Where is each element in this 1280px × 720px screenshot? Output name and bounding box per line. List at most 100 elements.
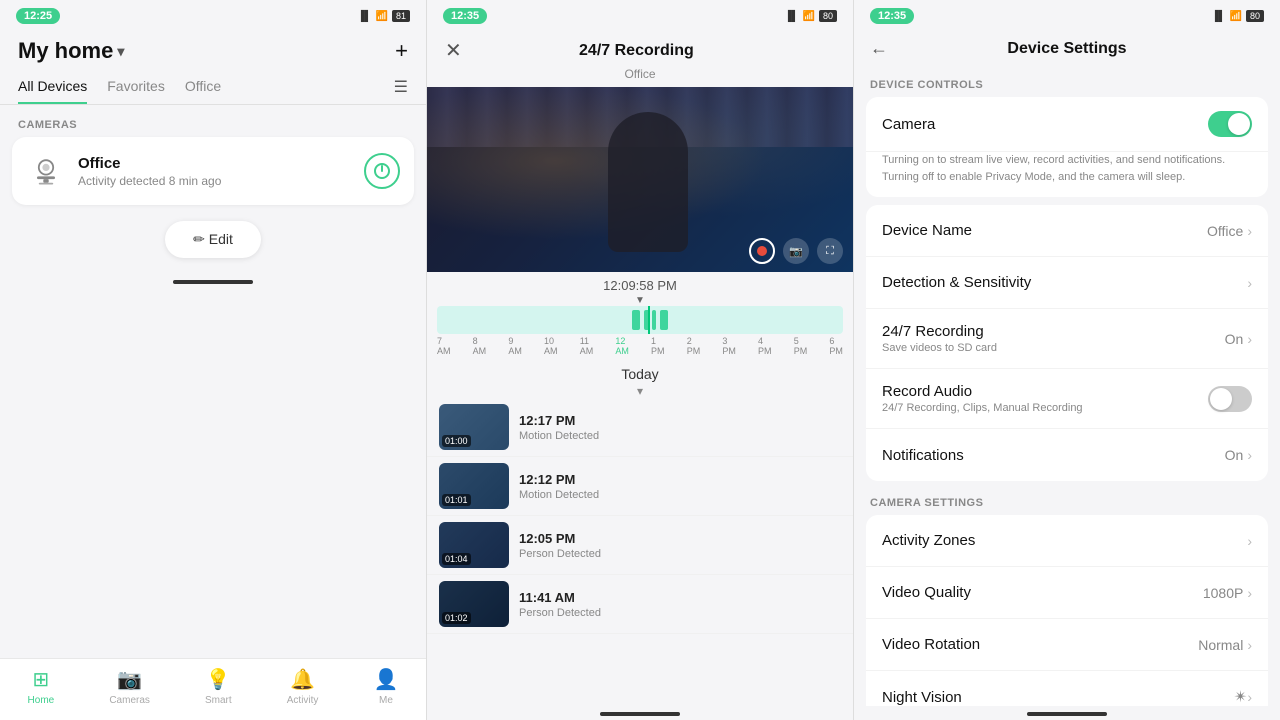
device-name-chevron: › [1247,223,1252,239]
camera-toggle-row[interactable]: Camera [866,97,1268,152]
home-indicator-2 [600,712,680,716]
video-quality-row[interactable]: Video Quality 1080P › [866,567,1268,619]
camera-toggle[interactable] [1208,111,1252,137]
device-name-row[interactable]: Device Name Office › [866,205,1268,257]
tl-8am: 8AM [473,336,487,356]
me-nav-label: Me [379,695,393,706]
recording-subtitle: Office [427,67,853,87]
battery-1: 81 [392,10,410,22]
timeline[interactable]: ▼ 7AM 8AM 9AM 10AM 11AM 12AM 1PM 2PM 3PM… [427,295,853,358]
audio-label-wrap: Record Audio 24/7 Recording, Clips, Manu… [882,383,1208,414]
device-name-value: Office [1207,223,1243,239]
home-header: My home ▾ + [0,30,426,70]
wifi-icon-3: 📶 [1230,11,1242,22]
nav-me[interactable]: 👤 Me [374,667,399,706]
timeline-bar[interactable] [437,306,843,334]
clip-item-3[interactable]: 01:04 12:05 PM Person Detected [427,516,853,575]
activity-zones-label: Activity Zones [882,532,1247,549]
record-button[interactable] [749,238,775,264]
settings-scroll: DEVICE CONTROLS Camera Turning on to str… [854,65,1280,706]
night-vision-row[interactable]: Night Vision ✴ › [866,671,1268,706]
detection-row[interactable]: Detection & Sensitivity › [866,257,1268,309]
notifications-chevron: › [1247,447,1252,463]
night-vision-icon: ✴ [1234,687,1247,706]
clip-thumb-2: 01:01 [439,463,509,509]
menu-icon[interactable]: ☰ [394,77,408,97]
close-button[interactable]: ✕ [445,38,462,63]
time-2: 12:35 [443,8,487,24]
tl-12am: 12AM [615,336,629,356]
edit-button[interactable]: ✏ Edit [165,221,261,258]
screen-recording: 12:35 ▐▌ 📶 80 ✕ 24/7 Recording Office 📷 … [426,0,853,720]
video-quality-chevron: › [1247,585,1252,601]
tab-all-devices[interactable]: All Devices [18,70,87,104]
device-controls-card: Camera Turning on to stream live view, r… [866,97,1268,197]
video-rotation-value: Normal [1198,637,1243,653]
video-rotation-chevron: › [1247,637,1252,653]
tl-7am: 7AM [437,336,451,356]
settings-header: ← Device Settings [854,30,1280,65]
power-button[interactable] [364,153,400,189]
clip-duration-3: 01:04 [442,553,471,565]
recording-label-wrap: 24/7 Recording Save videos to SD card [882,323,1225,354]
tabs-row: All Devices Favorites Office ☰ [0,70,426,105]
back-button[interactable]: ← [870,38,888,59]
video-quality-value: 1080P [1203,585,1243,601]
clip-thumb-4: 01:02 [439,581,509,627]
clip-item-4[interactable]: 01:02 11:41 AM Person Detected [427,575,853,634]
recording-row[interactable]: 24/7 Recording Save videos to SD card On… [866,309,1268,369]
tab-favorites[interactable]: Favorites [107,70,165,104]
nav-activity[interactable]: 🔔 Activity [287,667,319,706]
clip-time-1: 12:17 PM [519,413,841,428]
device-controls-section-label: DEVICE CONTROLS [854,65,1280,97]
clip-info-4: 11:41 AM Person Detected [519,590,841,619]
screen-home: 12:25 ▐▌ 📶 81 My home ▾ + All Devices Fa… [0,0,426,720]
notifications-value: On [1225,447,1244,463]
activity-zones-row[interactable]: Activity Zones › [866,515,1268,567]
screen-settings: 12:35 ▐▌ 📶 80 ← Device Settings DEVICE C… [853,0,1280,720]
camera-icon-wrap [26,151,66,191]
battery-3: 80 [1246,10,1264,22]
camera-feed[interactable]: 📷 ⛶ [427,87,853,272]
smart-nav-label: Smart [205,695,232,706]
nav-home[interactable]: ⊞ Home [28,667,55,706]
nav-smart[interactable]: 💡 Smart [205,667,232,706]
notifications-label: Notifications [882,447,1225,464]
wifi-icon-2: 📶 [803,11,815,22]
audio-sub: 24/7 Recording, Clips, Manual Recording [882,402,1208,414]
battery-2: 80 [819,10,837,22]
activity-nav-icon: 🔔 [290,667,315,692]
home-title-row[interactable]: My home ▾ [18,38,124,64]
notifications-row[interactable]: Notifications On › [866,429,1268,481]
add-device-button[interactable]: + [395,38,408,64]
recording-title: 24/7 Recording [579,42,694,60]
clip-item-2[interactable]: 01:01 12:12 PM Motion Detected [427,457,853,516]
camera-info: Office Activity detected 8 min ago [78,155,352,188]
camera-settings-section-label: CAMERA SETTINGS [854,483,1280,515]
cameras-nav-label: Cameras [109,695,150,706]
camera-description: Turning on to stream live view, record a… [866,152,1268,197]
feed-controls: 📷 ⛶ [749,238,843,264]
timestamp: 12:09:58 PM [427,272,853,295]
nav-cameras[interactable]: 📷 Cameras [109,667,150,706]
home-chevron-icon: ▾ [117,43,124,60]
device-name-label: Device Name [882,222,1207,239]
clip-thumb-3: 01:04 [439,522,509,568]
audio-row[interactable]: Record Audio 24/7 Recording, Clips, Manu… [866,369,1268,429]
tl-2pm: 2PM [687,336,701,356]
audio-toggle[interactable] [1208,386,1252,412]
fullscreen-button[interactable]: ⛶ [817,238,843,264]
timeline-current [648,306,650,334]
signal-icon-1: ▐▌ [357,11,371,22]
status-bar-1: 12:25 ▐▌ 📶 81 [0,0,426,30]
camera-capture-button[interactable]: 📷 [783,238,809,264]
tab-office[interactable]: Office [185,70,221,104]
clip-info-2: 12:12 PM Motion Detected [519,472,841,501]
signal-icon-3: ▐▌ [1211,11,1225,22]
camera-card-office[interactable]: Office Activity detected 8 min ago [12,137,414,205]
clip-event-3: Person Detected [519,548,841,560]
clip-item-1[interactable]: 01:00 12:17 PM Motion Detected [427,398,853,457]
recording-chevron: › [1247,331,1252,347]
video-rotation-row[interactable]: Video Rotation Normal › [866,619,1268,671]
video-rotation-label-wrap: Video Rotation [882,636,1198,653]
